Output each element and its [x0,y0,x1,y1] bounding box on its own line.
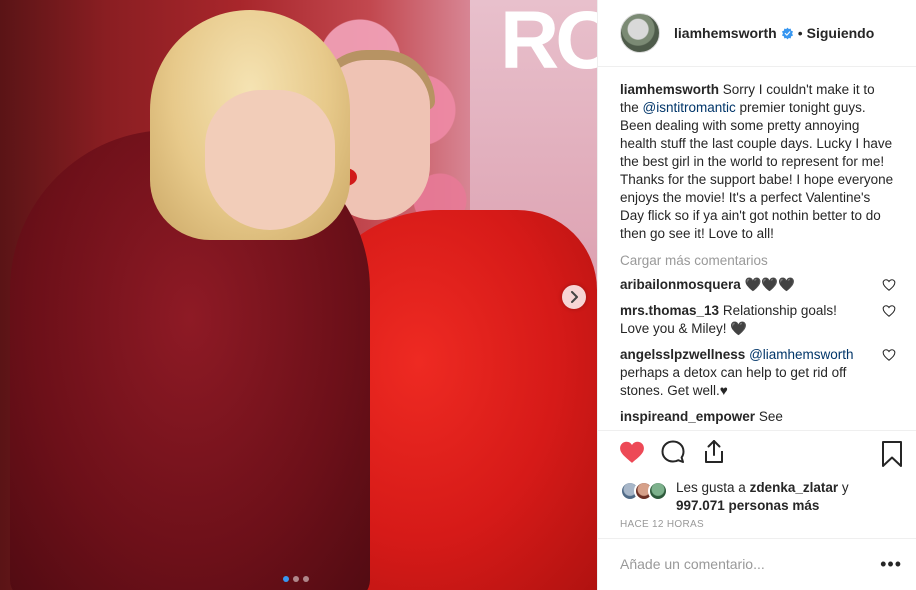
backdrop-sign-text: RO [500,0,597,86]
likes-count[interactable]: 997.071 personas más [676,498,819,513]
comment-item: mrs.thomas_13 Relationship goals! Love y… [620,302,896,338]
heart-filled-icon [620,441,644,463]
verified-badge-icon [781,27,793,39]
add-comment-input[interactable] [620,556,850,573]
share-button[interactable] [700,438,728,466]
like-comment-heart-icon[interactable] [882,348,896,362]
liker-username[interactable]: zdenka_zlatar [750,480,839,495]
post-modal: RO liamhemsworth • Siguiendo liamhemswor… [0,0,916,590]
post-timestamp[interactable]: HACE 12 HORAS [598,515,916,538]
like-button[interactable] [618,438,646,466]
comment-username[interactable]: angelsslpzwellness [620,347,745,362]
carousel-dot-active [283,576,289,582]
comment-mention-link[interactable]: @liamhemsworth [749,347,853,362]
likes-prefix: Les gusta a [676,480,750,496]
comment-text: See [758,409,783,425]
share-icon [705,440,723,464]
chevron-right-icon [571,291,578,303]
more-options-icon[interactable]: ••• [880,555,902,573]
carousel-indicator [283,576,309,582]
likes-middle: y [838,480,849,496]
load-more-comments-button[interactable]: Cargar más comentarios [620,253,896,268]
comment-bubble-icon [661,440,685,464]
next-photo-button[interactable] [562,285,586,309]
person-left-face [205,90,335,230]
header-separator: • [797,25,803,42]
post-caption: liamhemsworth Sorry I couldn't make it t… [620,81,896,243]
comment-item: aribailonmosquera 🖤🖤🖤 [620,276,896,294]
likers-avatars[interactable] [620,481,668,502]
author-avatar[interactable] [620,13,660,54]
comment-username[interactable]: aribailonmosquera [620,277,741,292]
carousel-dot [303,576,309,582]
bookmark-icon [882,441,902,468]
comment-button[interactable] [659,438,687,466]
comment-text: 🖤🖤🖤 [744,277,795,293]
likes-text: Les gusta a zdenka_zlatar y 997.071 pers… [676,479,896,515]
comment-username[interactable]: mrs.thomas_13 [620,303,719,318]
following-button[interactable]: Siguiendo [807,25,875,41]
comment-item: inspireand_empower See [620,408,896,426]
liker-avatar [648,481,668,502]
caption-username[interactable]: liamhemsworth [620,82,719,97]
save-button[interactable] [880,440,908,468]
like-comment-heart-icon[interactable] [882,278,896,292]
post-header: liamhemsworth • Siguiendo [598,0,916,68]
author-username[interactable]: liamhemsworth [674,25,777,41]
comments-scroll-area[interactable]: liamhemsworth Sorry I couldn't make it t… [598,67,916,430]
likes-summary: Les gusta a zdenka_zlatar y 997.071 pers… [598,473,916,515]
caption-mention-link[interactable]: @isntitromantic [643,100,736,115]
comment-item: angelsslpzwellness @liamhemsworth perhap… [620,346,896,400]
add-comment-bar: ••• [598,537,916,590]
post-actions-bar [598,430,916,473]
caption-text-end: premier tonight guys. Been dealing with … [620,100,894,242]
post-photo[interactable]: RO [0,0,597,590]
comment-username[interactable]: inspireand_empower [620,409,755,424]
like-comment-heart-icon[interactable] [882,304,896,318]
post-side-panel: liamhemsworth • Siguiendo liamhemsworth … [597,0,916,590]
carousel-dot [293,576,299,582]
comment-text: perhaps a detox can help to get rid off … [620,365,847,399]
